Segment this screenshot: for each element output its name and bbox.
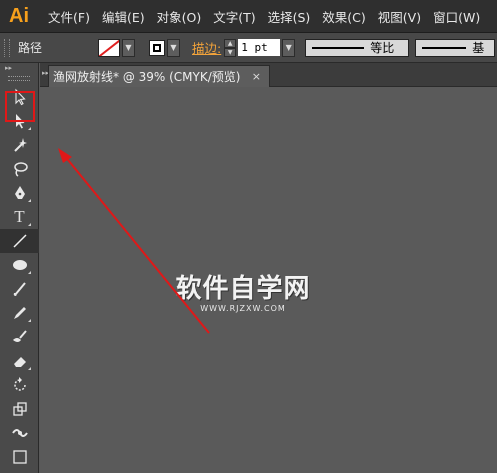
stroke-dropdown[interactable]: ▼ <box>167 38 180 57</box>
chevron-down-icon: ▼ <box>170 43 177 52</box>
menu-type[interactable]: 文字(T) <box>207 7 261 26</box>
spin-down-icon[interactable]: ▼ <box>224 47 237 57</box>
chevron-down-icon: ▼ <box>285 43 292 52</box>
ellipse-tool[interactable] <box>0 253 39 277</box>
flyout-icon <box>28 223 31 226</box>
blob-brush-icon <box>12 330 27 342</box>
stroke-square-icon <box>153 43 161 52</box>
rotate-icon <box>13 377 26 391</box>
type-icon: T <box>14 207 25 226</box>
menu-view[interactable]: 视图(V) <box>372 7 427 26</box>
menu-bar: Ai 文件(F) 编辑(E) 对象(O) 文字(T) 选择(S) 效果(C) 视… <box>0 0 497 33</box>
fill-swatch[interactable] <box>98 38 120 57</box>
stroke-weight-input[interactable]: 1 pt <box>238 39 281 56</box>
control-bar-grip[interactable] <box>4 38 10 57</box>
menu-file[interactable]: 文件(F) <box>42 7 96 26</box>
control-bar: 路径 ▼ ▼ 描边: ▲ ▼ 1 pt ▼ 等比 基 <box>0 33 497 63</box>
pencil-icon <box>13 307 26 319</box>
menu-window[interactable]: 窗口(W) <box>427 7 486 26</box>
profile-line-icon <box>312 46 365 49</box>
blob-brush-tool[interactable] <box>0 325 39 349</box>
fill-dropdown[interactable]: ▼ <box>122 38 135 57</box>
selection-tool-highlight <box>5 91 35 122</box>
profile-label: 等比 <box>370 41 395 55</box>
lasso-tool[interactable] <box>0 157 39 181</box>
document-tab-title: 渔网放射线* @ 39% (CMYK/预览) <box>53 70 241 84</box>
document-tab[interactable]: 渔网放射线* @ 39% (CMYK/预览) × <box>48 65 270 87</box>
width-icon <box>11 429 28 437</box>
stroke-panel-link[interactable]: 描边: <box>192 38 221 57</box>
tools-panel-grip[interactable] <box>8 76 30 81</box>
pen-icon <box>14 186 25 199</box>
width-tool[interactable] <box>0 421 39 445</box>
menu-edit[interactable]: 编辑(E) <box>96 7 151 26</box>
scale-icon <box>12 402 27 416</box>
stroke-weight-spinner[interactable]: ▲ ▼ <box>224 38 237 57</box>
type-tool[interactable]: T <box>0 205 39 229</box>
brush-icon <box>13 282 26 296</box>
chevron-down-icon: ▼ <box>125 43 132 52</box>
menu-effect[interactable]: 效果(C) <box>316 7 371 26</box>
pen-tool[interactable] <box>0 181 39 205</box>
line-segment-tool[interactable] <box>0 229 39 253</box>
eraser-icon <box>13 357 26 367</box>
pencil-tool[interactable] <box>0 301 39 325</box>
tools-panel: ▸▸ T <box>0 63 39 473</box>
magic-wand-tool[interactable] <box>0 133 39 157</box>
menu-object[interactable]: 对象(O) <box>151 7 208 26</box>
wand-icon <box>13 138 27 152</box>
flyout-icon <box>28 127 31 130</box>
brush-label: 基 <box>472 41 485 55</box>
flyout-icon <box>28 199 31 202</box>
app-logo: Ai <box>9 4 29 27</box>
scale-tool[interactable] <box>0 397 39 421</box>
watermark: 软件自学网 WWW.RJZXW.COM <box>173 274 313 313</box>
stroke-swatch[interactable] <box>149 39 165 56</box>
line-icon <box>12 234 27 248</box>
close-icon[interactable]: × <box>252 70 261 83</box>
none-color-slash <box>99 39 119 56</box>
watermark-url: WWW.RJZXW.COM <box>200 304 286 313</box>
menu-select[interactable]: 选择(S) <box>262 7 317 26</box>
free-transform-tool[interactable] <box>0 445 39 469</box>
document-tab-bar: ▸▸ 渔网放射线* @ 39% (CMYK/预览) × <box>40 63 497 87</box>
eraser-tool[interactable] <box>0 349 39 373</box>
collapse-panel-icon[interactable]: ▸▸ <box>0 63 38 73</box>
lasso-icon <box>13 162 28 177</box>
watermark-title: 软件自学网 <box>175 274 311 304</box>
flyout-icon <box>28 319 31 322</box>
ellipse-icon <box>12 260 27 270</box>
paintbrush-tool[interactable] <box>0 277 39 301</box>
brush-line-icon <box>422 46 467 49</box>
selection-type-label: 路径 <box>18 41 43 55</box>
spin-up-icon[interactable]: ▲ <box>224 38 237 48</box>
flyout-icon <box>28 271 31 274</box>
stroke-weight-dropdown[interactable]: ▼ <box>282 38 296 57</box>
free-transform-icon <box>12 450 27 464</box>
rotate-tool[interactable] <box>0 373 39 397</box>
flyout-icon <box>28 367 31 370</box>
variable-width-profile[interactable]: 等比 <box>305 38 410 57</box>
brush-definition[interactable]: 基 <box>415 38 496 57</box>
